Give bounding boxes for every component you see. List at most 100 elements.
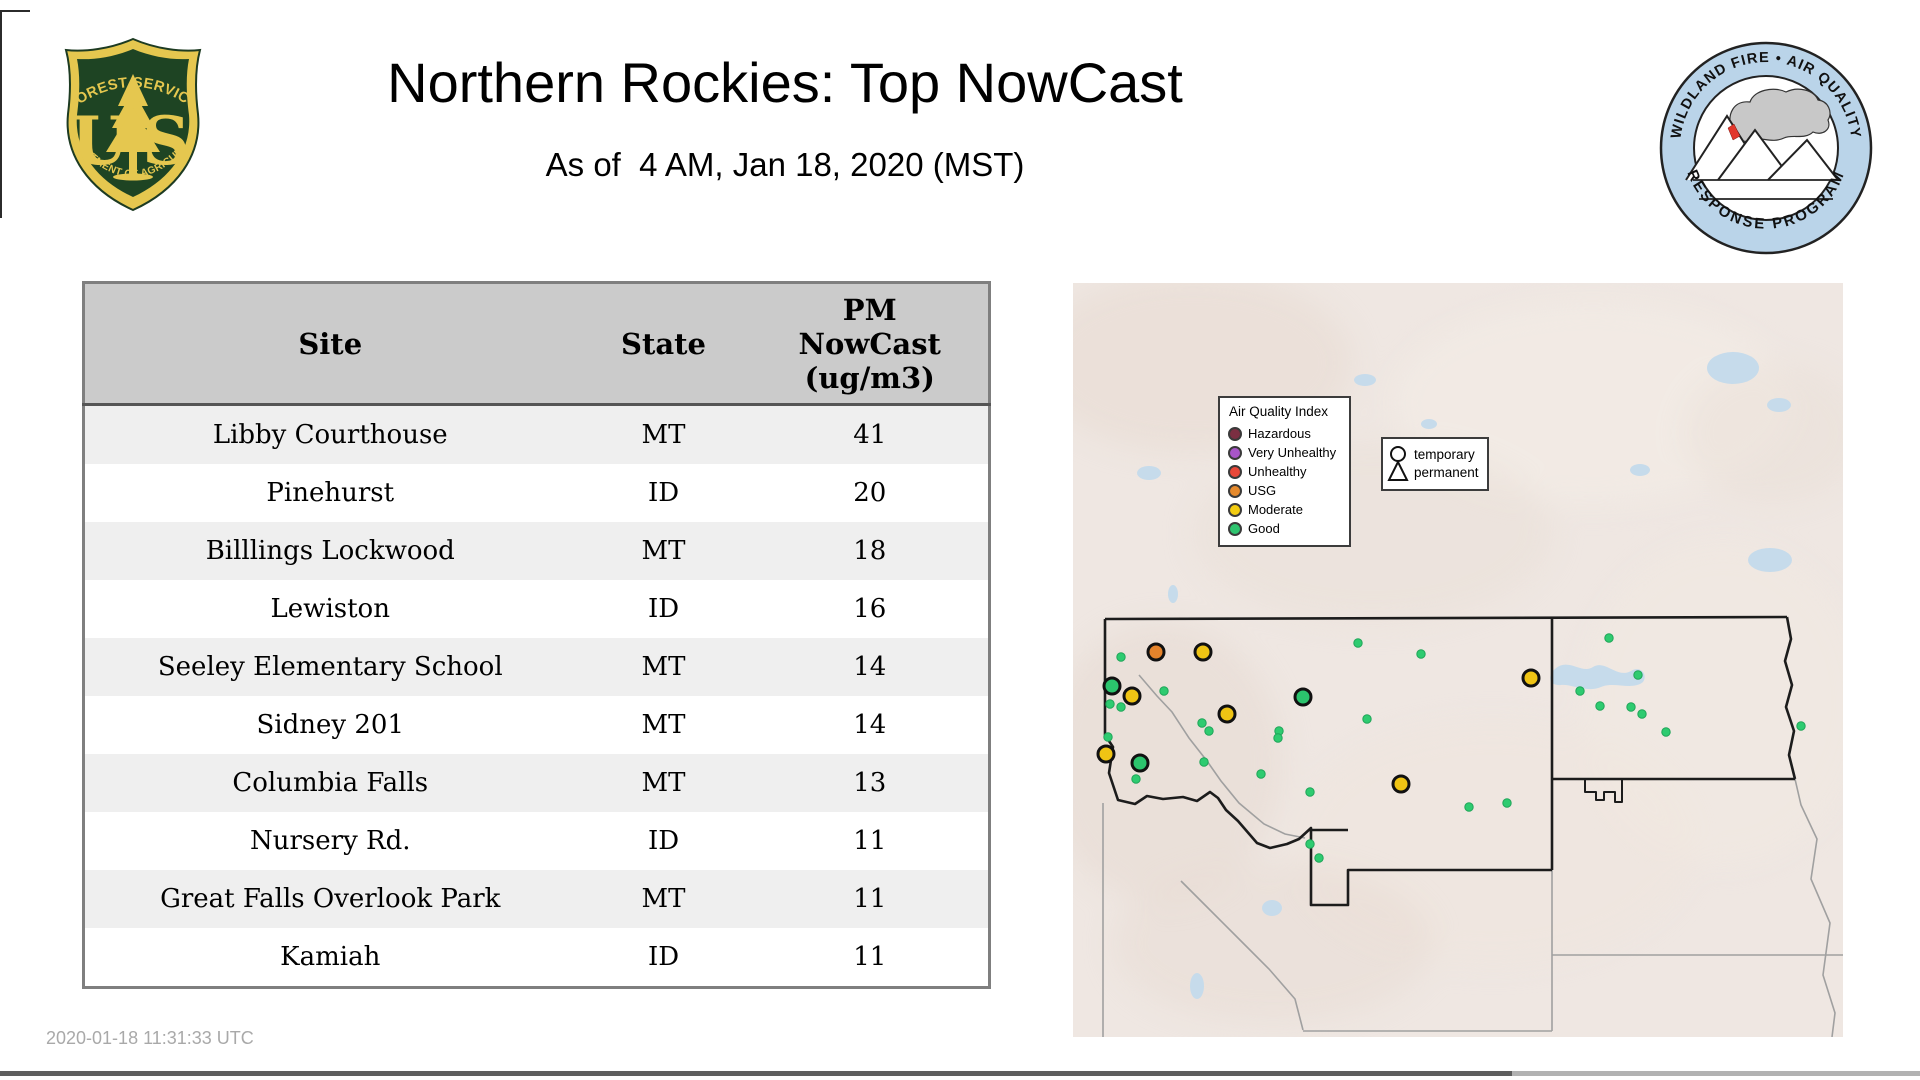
column-header-site: Site — [84, 283, 576, 405]
small-site-dot — [1638, 710, 1646, 718]
table-row: KamiahID11 — [84, 928, 990, 988]
aqi-legend-item: Good — [1228, 519, 1345, 538]
small-site-dot — [1306, 788, 1314, 796]
value-cell: 11 — [752, 928, 990, 988]
basemap-canvas — [1073, 283, 1843, 1037]
site-cell: Columbia Falls — [84, 754, 576, 812]
state-cell: MT — [576, 638, 752, 696]
pm-header-line1: PM — [752, 293, 989, 327]
small-site-dot — [1354, 639, 1362, 647]
column-header-state: State — [576, 283, 752, 405]
value-cell: 41 — [752, 405, 990, 465]
nowcast-table-body: Libby CourthouseMT41PinehurstID20Billlin… — [84, 405, 990, 988]
aqi-swatch-icon — [1228, 446, 1242, 460]
state-cell: ID — [576, 928, 752, 988]
table-header-row: Site State PM NowCast (ug/m3) — [84, 283, 990, 405]
value-cell: 11 — [752, 812, 990, 870]
table-row: Sidney 201MT14 — [84, 696, 990, 754]
value-cell: 11 — [752, 870, 990, 928]
value-cell: 20 — [752, 464, 990, 522]
aqi-swatch-icon — [1228, 484, 1242, 498]
site-cell: Great Falls Overlook Park — [84, 870, 576, 928]
site-cell: Billlings Lockwood — [84, 522, 576, 580]
small-site-dot — [1417, 650, 1425, 658]
small-site-dot — [1596, 702, 1604, 710]
small-site-dot — [1257, 770, 1265, 778]
monitor-dot-moderate — [1523, 670, 1539, 686]
page-title: Northern Rockies: Top NowCast — [350, 52, 1220, 114]
header: Northern Rockies: Top NowCast As of 4 AM… — [350, 52, 1220, 184]
wfaqrp-circle-icon: WILDLAND FIRE • AIR QUALITY RESPONSE PRO… — [1656, 38, 1876, 258]
table-row: Great Falls Overlook ParkMT11 — [84, 870, 990, 928]
aqi-legend-item: Very Unhealthy — [1228, 443, 1345, 462]
value-cell: 14 — [752, 696, 990, 754]
table-row: PinehurstID20 — [84, 464, 990, 522]
state-cell: ID — [576, 464, 752, 522]
permanent-label: permanent — [1414, 464, 1479, 482]
marker-type-icons — [1387, 445, 1409, 483]
value-cell: 18 — [752, 522, 990, 580]
state-cell: MT — [576, 696, 752, 754]
aqi-swatch-icon — [1228, 522, 1242, 536]
small-site-dot — [1363, 715, 1371, 723]
site-cell: Seeley Elementary School — [84, 638, 576, 696]
small-site-dot — [1797, 722, 1805, 730]
site-cell: Sidney 201 — [84, 696, 576, 754]
small-site-dot — [1465, 803, 1473, 811]
state-cell: MT — [576, 754, 752, 812]
small-site-dot — [1200, 758, 1208, 766]
monitor-dot-moderate — [1219, 706, 1235, 722]
aqi-legend-item: Hazardous — [1228, 424, 1345, 443]
aqi-legend-item: USG — [1228, 481, 1345, 500]
small-site-dot — [1117, 653, 1125, 661]
generated-timestamp: 2020-01-18 11:31:33 UTC — [46, 1028, 254, 1049]
value-cell: 16 — [752, 580, 990, 638]
forest-service-shield-icon: FOREST SERVICE DEPARTMENT OF AGRICULTURE… — [58, 36, 208, 214]
aqi-item-label: Unhealthy — [1248, 464, 1307, 479]
table-row: Seeley Elementary SchoolMT14 — [84, 638, 990, 696]
permanent-marker-icon — [1389, 462, 1407, 480]
state-cell: MT — [576, 522, 752, 580]
bottom-bar-right — [1512, 1071, 1920, 1076]
small-site-dot — [1634, 671, 1642, 679]
temporary-label: temporary — [1414, 446, 1479, 464]
small-site-dot — [1117, 703, 1125, 711]
aqi-item-label: Good — [1248, 521, 1280, 536]
site-cell: Kamiah — [84, 928, 576, 988]
aqi-swatch-icon — [1228, 503, 1242, 517]
table-row: Nursery Rd.ID11 — [84, 812, 990, 870]
small-site-dot — [1503, 799, 1511, 807]
site-cell: Libby Courthouse — [84, 405, 576, 465]
small-site-dot — [1662, 728, 1670, 736]
aqi-legend: Air Quality Index HazardousVery Unhealth… — [1218, 396, 1351, 547]
forest-service-logo: FOREST SERVICE DEPARTMENT OF AGRICULTURE… — [58, 36, 208, 219]
aqi-item-label: USG — [1248, 483, 1276, 498]
monitor-dot-good — [1104, 678, 1120, 694]
table-row: Billlings LockwoodMT18 — [84, 522, 990, 580]
value-cell: 13 — [752, 754, 990, 812]
monitor-dot-moderate — [1098, 746, 1114, 762]
table-row: LewistonID16 — [84, 580, 990, 638]
aqi-item-label: Very Unhealthy — [1248, 445, 1336, 460]
temporary-marker-icon — [1391, 447, 1405, 461]
value-cell: 14 — [752, 638, 990, 696]
small-site-dot — [1306, 840, 1314, 848]
site-cell: Pinehurst — [84, 464, 576, 522]
small-site-dot — [1198, 719, 1206, 727]
aqi-legend-item: Moderate — [1228, 500, 1345, 519]
site-cell: Nursery Rd. — [84, 812, 576, 870]
small-site-dot — [1160, 687, 1168, 695]
aqi-swatch-icon — [1228, 465, 1242, 479]
monitor-dot-good — [1295, 689, 1311, 705]
state-cell: ID — [576, 812, 752, 870]
marker-type-legend: temporary permanent — [1381, 437, 1489, 491]
page-subtitle: As of 4 AM, Jan 18, 2020 (MST) — [350, 146, 1220, 184]
state-cell: MT — [576, 870, 752, 928]
small-site-dot — [1315, 854, 1323, 862]
column-header-pm-nowcast: PM NowCast (ug/m3) — [752, 283, 990, 405]
small-site-dot — [1576, 687, 1584, 695]
monitor-dot-moderate — [1124, 688, 1140, 704]
monitor-dot-good — [1132, 755, 1148, 771]
small-site-dot — [1104, 733, 1112, 741]
aqi-legend-item: Unhealthy — [1228, 462, 1345, 481]
